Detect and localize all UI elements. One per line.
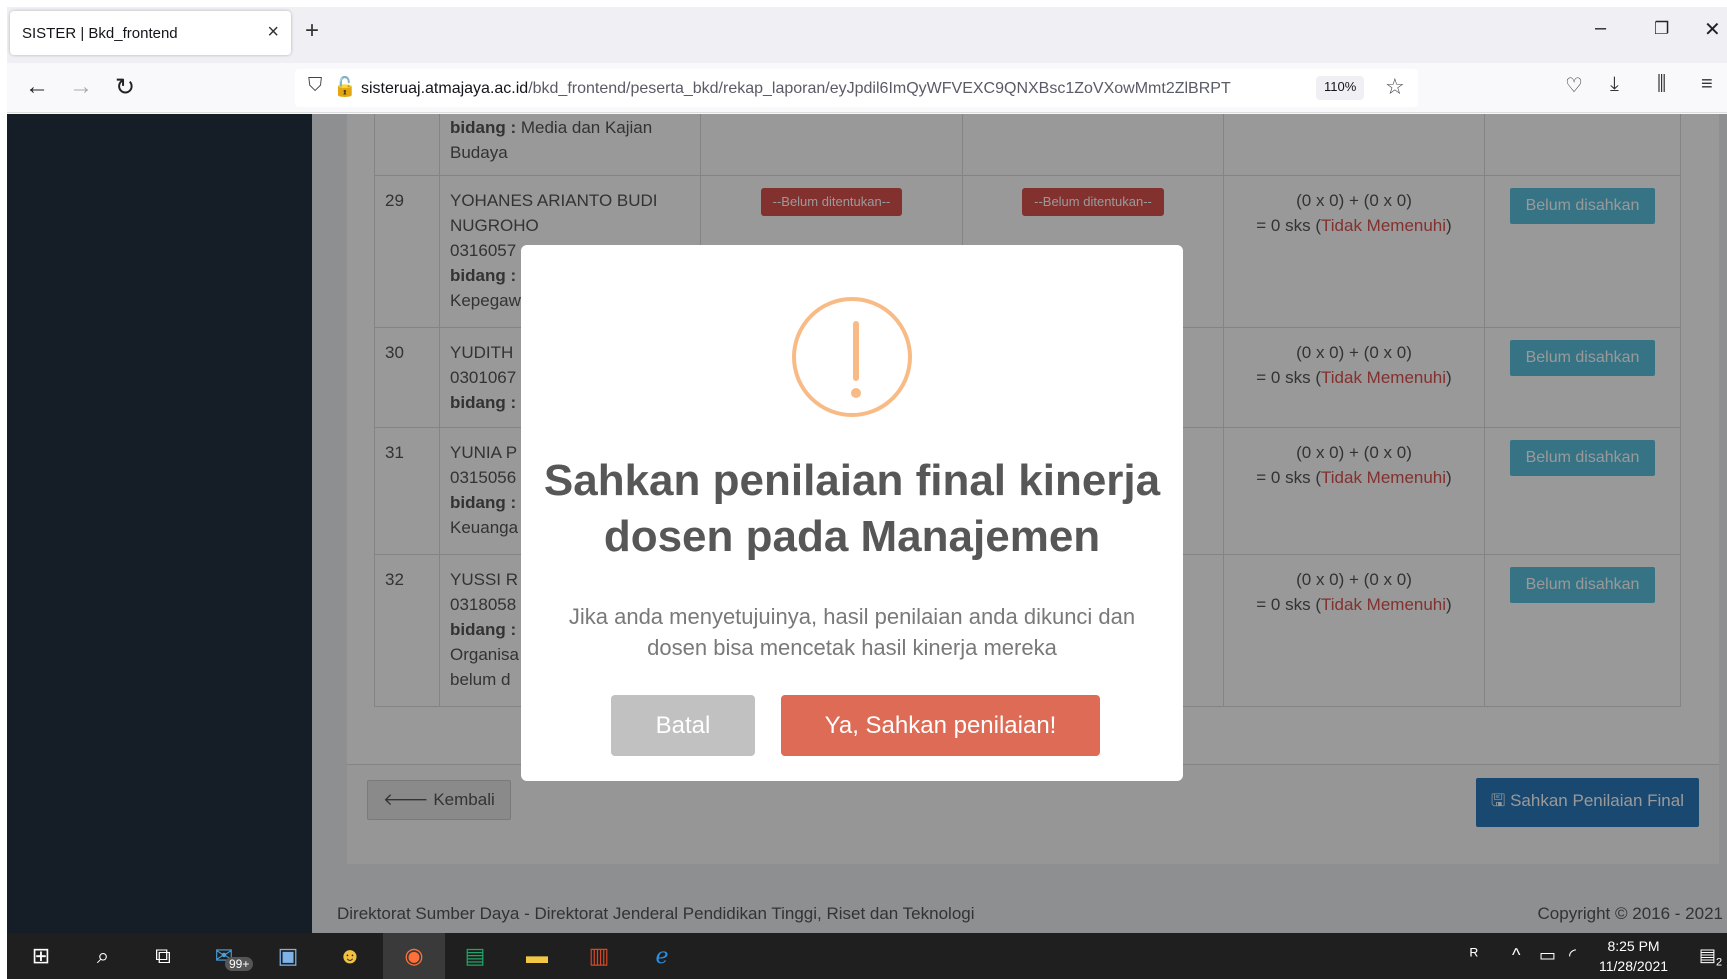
new-tab-button[interactable]: + (305, 17, 319, 45)
forward-arrow-icon[interactable]: → (69, 73, 93, 101)
mail-badge: 99+ (225, 957, 254, 971)
task-view-icon[interactable]: ⧉ (148, 941, 178, 971)
back-arrow-icon[interactable]: ← (25, 73, 49, 101)
insecure-lock-icon[interactable]: 🔓 (333, 75, 357, 99)
edge-icon[interactable]: ℯ (647, 941, 677, 971)
library-icon[interactable]: ⫼ (1657, 73, 1666, 96)
browser-tab[interactable]: SISTER | Bkd_frontend × (10, 11, 291, 55)
confirm-modal: Sahkan penilaian final kinerja dosen pad… (521, 245, 1183, 781)
tab-bar: SISTER | Bkd_frontend × + – ❐ ✕ (7, 7, 1727, 63)
pocket-icon[interactable]: ♡ (1565, 73, 1583, 98)
battery-icon[interactable]: ▭ (1539, 945, 1556, 966)
system-clock[interactable]: 8:25 PM 11/28/2021 (1599, 936, 1668, 976)
search-icon[interactable]: ⌕ (88, 941, 118, 971)
close-window-button[interactable]: ✕ (1704, 17, 1721, 42)
chevron-up-icon[interactable]: ^ (1512, 945, 1520, 966)
powerpoint-icon[interactable]: ▥ (584, 941, 614, 971)
restore-button[interactable]: ❐ (1654, 19, 1669, 39)
shield-icon[interactable]: ⛉ (308, 75, 322, 97)
url-bar[interactable]: ⛉ 🔓 sisteruaj.atmajaya.ac.id/bkd_fronten… (295, 69, 1418, 107)
windows-taskbar: ⊞ ⌕ ⧉ ✉ 99+ ▣ ☻ ◉ ▤ ▬ ▥ ℯ ᴿ ^ ▭ ◜ 8:25 P… (7, 933, 1727, 979)
excel-icon[interactable]: ▤ (460, 941, 490, 971)
confirm-button[interactable]: Ya, Sahkan penilaian! (781, 695, 1100, 756)
people-tray-icon[interactable]: ᴿ (1470, 945, 1478, 966)
menu-icon[interactable]: ≡ (1701, 73, 1713, 96)
start-icon[interactable]: ⊞ (26, 941, 56, 971)
wifi-icon[interactable]: ◜ (1569, 945, 1576, 966)
zoom-level[interactable]: 110% (1316, 76, 1365, 100)
bookmark-star-icon[interactable]: ☆ (1385, 74, 1405, 100)
warning-icon (792, 297, 912, 417)
modal-title: Sahkan penilaian final kinerja dosen pad… (543, 456, 1161, 561)
folder-icon[interactable]: ▬ (522, 941, 552, 971)
app-icon[interactable]: ▣ (273, 941, 303, 971)
reload-icon[interactable]: ↻ (115, 73, 135, 102)
notification-icon[interactable]: ▤2 (1699, 945, 1722, 969)
tab-title: SISTER | Bkd_frontend (22, 25, 178, 42)
people-icon[interactable]: ☻ (335, 941, 365, 971)
download-icon[interactable]: ⤓ (1610, 73, 1619, 96)
modal-text: Jika anda menyetujuinya, hasil penilaian… (568, 604, 1136, 660)
minimize-button[interactable]: – (1595, 17, 1606, 40)
navigation-bar: ← → ↻ ⛉ 🔓 sisteruaj.atmajaya.ac.id/bkd_f… (7, 63, 1727, 113)
tab-close-icon[interactable]: × (267, 21, 279, 44)
firefox-icon[interactable]: ◉ (399, 941, 429, 971)
browser-window: SISTER | Bkd_frontend × + – ❐ ✕ ← → ↻ ⛉ … (7, 7, 1727, 979)
url-text[interactable]: sisteruaj.atmajaya.ac.id/bkd_frontend/pe… (361, 80, 1297, 98)
cancel-button[interactable]: Batal (611, 695, 755, 756)
